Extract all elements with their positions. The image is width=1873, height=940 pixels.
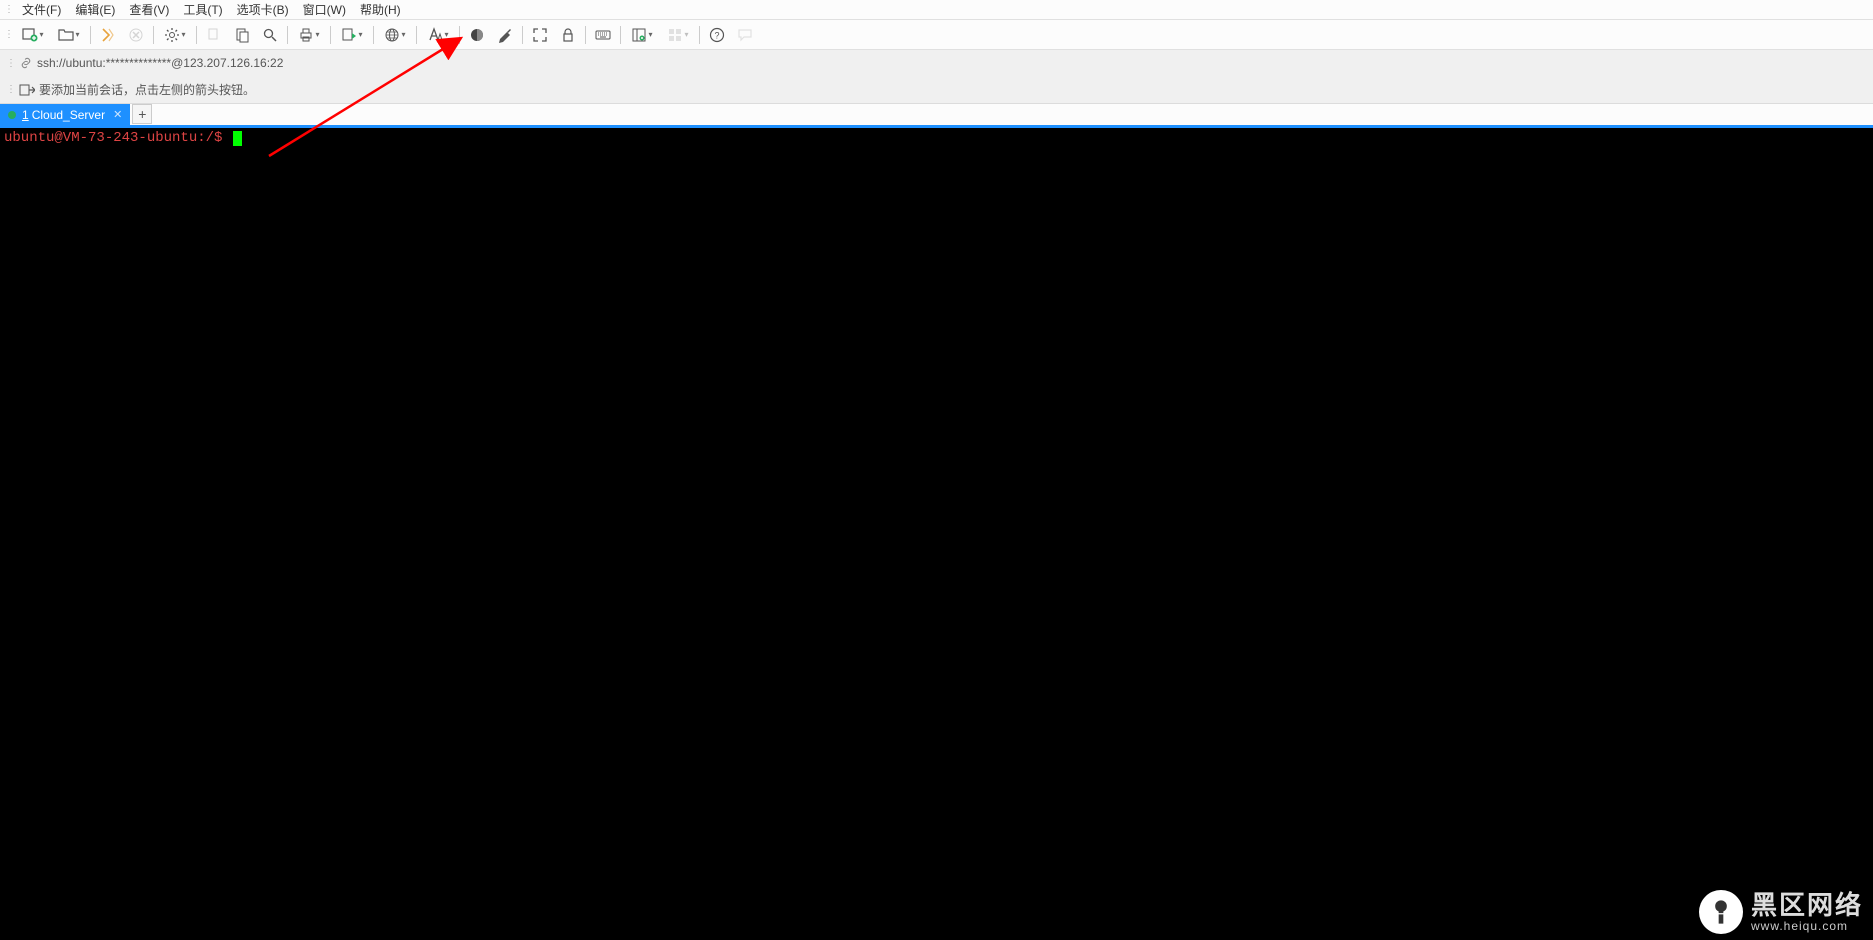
menu-file[interactable]: 文件(F) [15, 0, 68, 20]
terminal-area[interactable]: ubuntu@VM-73-243-ubuntu:/$ [0, 128, 1873, 937]
tab-close-button[interactable]: ✕ [111, 108, 124, 121]
terminal-prompt: ubuntu@VM-73-243-ubuntu:/$ [4, 130, 231, 146]
toolbar-separator [522, 26, 523, 44]
print-icon [298, 27, 314, 43]
tab-number: 1 [22, 108, 29, 122]
menu-window[interactable]: 窗口(W) [296, 0, 353, 20]
chevron-down-icon: ▾ [39, 30, 43, 39]
new-tab-button[interactable]: + [132, 104, 152, 124]
svg-text:?: ? [714, 30, 719, 40]
menu-bar: ⋮ 文件(F) 编辑(E) 查看(V) 工具(T) 选项卡(B) 窗口(W) 帮… [0, 0, 1873, 20]
help-icon: ? [709, 27, 725, 43]
chevron-down-icon: ▾ [75, 30, 79, 39]
grip-dots: ⋮ [4, 4, 13, 15]
toolbar-separator [90, 26, 91, 44]
session-link-icon [19, 56, 33, 70]
copy-icon [206, 27, 222, 43]
toolbar-separator [585, 26, 586, 44]
menu-tabs[interactable]: 选项卡(B) [230, 0, 296, 20]
paste-icon [234, 27, 250, 43]
font-button[interactable]: ▾ [420, 23, 456, 47]
find-icon [262, 27, 278, 43]
encoding-button[interactable]: ▾ [377, 23, 413, 47]
toolbar-separator [416, 26, 417, 44]
toolbar-separator [699, 26, 700, 44]
fullscreen-icon [532, 27, 548, 43]
toolbar-separator [459, 26, 460, 44]
session-tab[interactable]: 1 Cloud_Server ✕ [0, 104, 130, 125]
terminal-cursor [233, 131, 242, 146]
menu-help[interactable]: 帮助(H) [353, 0, 408, 20]
fullscreen-button[interactable] [526, 23, 554, 47]
chat-icon [737, 27, 753, 43]
print-button[interactable]: ▾ [291, 23, 327, 47]
menu-edit[interactable]: 编辑(E) [68, 0, 122, 20]
reconnect-icon [100, 27, 116, 43]
address-bar: ⋮ ssh://ubuntu:**************@123.207.12… [0, 50, 1873, 76]
globe-icon [384, 27, 400, 43]
chevron-down-icon: ▾ [401, 30, 405, 39]
connected-indicator-icon [8, 111, 16, 119]
toolbar-separator [153, 26, 154, 44]
transfer-icon [341, 27, 357, 43]
font-icon [427, 27, 443, 43]
find-button[interactable] [256, 23, 284, 47]
hint-bar: ⋮ 要添加当前会话，点击左侧的箭头按钮。 [0, 76, 1873, 104]
open-button[interactable]: ▾ [51, 23, 87, 47]
properties-button[interactable]: ▾ [157, 23, 193, 47]
sidebar-icon [631, 27, 647, 43]
watermark: 黑区网络 www.heiqu.com [1699, 890, 1863, 934]
toolbar-separator [373, 26, 374, 44]
grip-dots: ⋮ [6, 58, 15, 69]
sidebar-toggle-button[interactable]: ▾ [624, 23, 660, 47]
grip-dots: ⋮ [6, 84, 15, 95]
tile-button: ▾ [660, 23, 696, 47]
watermark-url: www.heiqu.com [1751, 920, 1863, 933]
highlight-button[interactable] [491, 23, 519, 47]
chevron-down-icon: ▾ [358, 30, 362, 39]
toolbar: ⋮ ▾ ▾ ▾ ▾ ▾ ▾ [0, 20, 1873, 50]
color-scheme-button[interactable] [463, 23, 491, 47]
disconnect-icon [128, 27, 144, 43]
chat-button [731, 23, 759, 47]
tab-label: Cloud_Server [32, 108, 105, 122]
hint-text: 要添加当前会话，点击左侧的箭头按钮。 [39, 81, 255, 98]
address-text[interactable]: ssh://ubuntu:**************@123.207.126.… [37, 56, 283, 70]
chevron-down-icon: ▾ [444, 30, 448, 39]
add-session-arrow-icon[interactable] [19, 82, 35, 98]
chevron-down-icon: ▾ [181, 30, 185, 39]
paste-button[interactable] [228, 23, 256, 47]
menu-view[interactable]: 查看(V) [122, 0, 176, 20]
chevron-down-icon: ▾ [315, 30, 319, 39]
chevron-down-icon: ▾ [648, 30, 652, 39]
watermark-title: 黑区网络 [1751, 891, 1863, 920]
lock-button[interactable] [554, 23, 582, 47]
lock-icon [560, 27, 576, 43]
menu-tools[interactable]: 工具(T) [176, 0, 229, 20]
highlight-icon [497, 27, 513, 43]
help-button[interactable]: ? [703, 23, 731, 47]
copy-button [200, 23, 228, 47]
toolbar-separator [330, 26, 331, 44]
toolbar-separator [620, 26, 621, 44]
open-folder-icon [58, 27, 74, 43]
keyboard-icon [595, 27, 611, 43]
color-scheme-icon [469, 27, 485, 43]
keyboard-button[interactable] [589, 23, 617, 47]
toolbar-separator [196, 26, 197, 44]
tab-bar: 1 Cloud_Server ✕ + [0, 104, 1873, 128]
disconnect-button [122, 23, 150, 47]
transfer-button[interactable]: ▾ [334, 23, 370, 47]
reconnect-button[interactable] [94, 23, 122, 47]
properties-icon [164, 27, 180, 43]
new-session-button[interactable]: ▾ [15, 23, 51, 47]
toolbar-separator [287, 26, 288, 44]
watermark-logo-icon [1699, 890, 1743, 934]
list-icon [667, 27, 683, 43]
grip-dots: ⋮ [4, 29, 13, 40]
new-session-icon [22, 27, 38, 43]
chevron-down-icon: ▾ [684, 30, 688, 39]
